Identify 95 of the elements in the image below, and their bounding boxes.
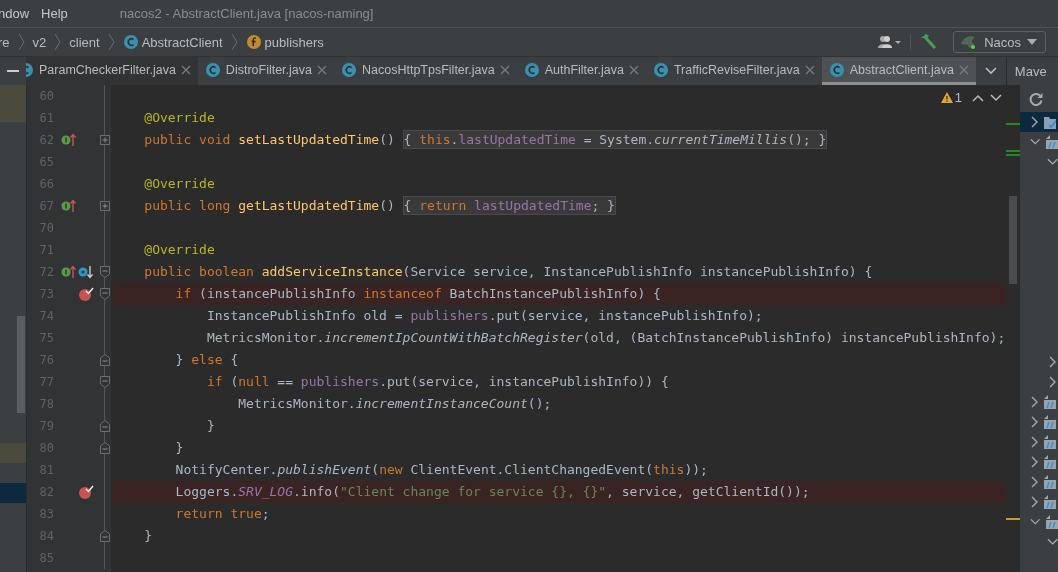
code-line: public long getLastUpdatedTime() { return lastUpdatedTime; } xyxy=(143,195,617,217)
breadcrumb-separator-icon xyxy=(54,33,62,51)
editor-tab[interactable]: AbstractClient.java xyxy=(821,57,976,85)
code-line: } xyxy=(205,417,216,435)
code-line: MetricsMonitor.incrementInstanceCount(); xyxy=(237,395,553,413)
chevron-down-icon[interactable] xyxy=(1046,158,1058,166)
module-icon xyxy=(1044,415,1056,429)
menu-item[interactable]: Help xyxy=(41,6,80,21)
close-icon[interactable] xyxy=(180,64,191,75)
chevron-up-icon[interactable] xyxy=(972,93,984,102)
chevron-right-icon[interactable] xyxy=(1030,396,1038,408)
chevron-right-icon[interactable] xyxy=(1030,436,1038,448)
editor-tab[interactable]: AuthFilter.java xyxy=(516,57,646,85)
code-line: } xyxy=(174,439,185,457)
expand-icon[interactable] xyxy=(99,201,110,211)
class-icon xyxy=(828,61,845,78)
fold-end-icon[interactable] xyxy=(99,354,110,366)
code-line: MetricsMonitor.incrementIpCountWithBatchRegister(old, (BatchInstancePublishInfo) instancePublishInfo); xyxy=(205,329,1006,347)
breadcrumb[interactable]: publishers xyxy=(245,34,324,50)
implements-marker-icon[interactable] xyxy=(61,265,77,279)
class-icon xyxy=(652,61,669,78)
close-icon[interactable] xyxy=(804,64,815,75)
fold-icon[interactable] xyxy=(99,266,110,278)
breadcrumb[interactable]: v2 xyxy=(32,34,47,50)
editor-tab[interactable]: TrafficReviseFilter.java xyxy=(645,57,822,85)
breadcrumb[interactable]: AbstractClient xyxy=(122,34,223,50)
class-icon xyxy=(26,61,34,78)
fold-end-icon[interactable] xyxy=(99,420,110,432)
chevron-right-icon[interactable] xyxy=(1030,476,1038,488)
chevron-down-icon[interactable] xyxy=(1029,518,1040,526)
fold-end-icon[interactable] xyxy=(99,530,110,542)
code-line: } else { xyxy=(174,351,240,369)
fold-icon[interactable] xyxy=(99,288,110,300)
module-icon xyxy=(1044,475,1056,489)
chevron-right-icon[interactable] xyxy=(1048,376,1056,388)
overridden-marker-icon[interactable] xyxy=(78,265,94,279)
class-icon xyxy=(122,34,139,50)
module-icon xyxy=(1046,515,1058,529)
breakpoint-icon[interactable] xyxy=(78,286,94,302)
chevron-down-icon[interactable] xyxy=(990,93,1002,102)
code-line: @Override xyxy=(143,241,216,259)
close-icon[interactable] xyxy=(628,64,639,75)
window-title: nacos2 - AbstractClient.java [nacos-naming] xyxy=(119,6,374,21)
code-line: return true; xyxy=(174,505,271,523)
fold-end-icon[interactable] xyxy=(99,442,110,454)
field-icon xyxy=(245,34,262,50)
scrollbar-thumb[interactable] xyxy=(1009,196,1017,284)
code-line: @Override xyxy=(143,109,216,127)
chevron-right-icon[interactable] xyxy=(1030,416,1038,428)
editor-tab[interactable]: ParamCheckerFilter.java xyxy=(26,57,198,85)
breadcrumb-separator-icon xyxy=(107,33,115,51)
close-icon[interactable] xyxy=(317,64,327,75)
code-line: @Override xyxy=(143,175,216,193)
module-icon xyxy=(1044,455,1056,469)
folder-icon xyxy=(1044,115,1056,129)
users-icon[interactable] xyxy=(878,35,903,49)
expand-icon[interactable] xyxy=(99,135,110,145)
chevron-right-icon[interactable] xyxy=(1030,116,1038,128)
module-icon xyxy=(1044,495,1056,509)
code-line: if (null == publishers.put(service, instancePublishInfo)) { xyxy=(205,373,670,391)
close-icon[interactable] xyxy=(499,64,510,75)
code-line: NotifyCenter.publishEvent(new ClientEvent.ClientChangedEvent(this)); xyxy=(174,461,709,479)
selected-row[interactable] xyxy=(1020,112,1058,132)
chevron-down-icon[interactable] xyxy=(983,66,998,76)
breadcrumb[interactable]: client xyxy=(69,34,100,50)
class-icon xyxy=(341,61,357,78)
module-icon xyxy=(1046,135,1058,149)
breakpoint-icon[interactable] xyxy=(78,484,94,500)
caret-icon xyxy=(1027,39,1037,45)
code-line: InstancePublishInfo old = publishers.put(service, instancePublishInfo); xyxy=(205,307,764,325)
warning-count: 1 xyxy=(954,90,962,105)
class-icon xyxy=(523,61,540,78)
chevron-down-icon[interactable] xyxy=(1046,538,1058,546)
breadcrumb-separator-icon xyxy=(230,33,238,51)
chevron-right-icon[interactable] xyxy=(1030,456,1038,468)
run-configuration-dropdown[interactable]: Nacos xyxy=(953,31,1046,53)
fold-icon[interactable] xyxy=(99,376,110,388)
chevron-down-icon[interactable] xyxy=(1029,138,1040,146)
editor-tab[interactable]: NacosHttpTpsFilter.java xyxy=(334,57,517,85)
chevron-right-icon[interactable] xyxy=(1048,356,1056,368)
scrollbar-thumb[interactable] xyxy=(17,316,25,413)
code-line: public void setLastUpdatedTime() { this.lastUpdatedTime = System.currentTimeMillis(); } xyxy=(143,129,829,151)
code-line: } xyxy=(143,527,154,545)
implements-marker-icon[interactable] xyxy=(61,133,77,147)
hammer-icon[interactable] xyxy=(919,33,938,51)
class-icon xyxy=(204,61,221,78)
warning-icon[interactable] xyxy=(940,92,953,103)
breadcrumb-separator-icon xyxy=(17,33,25,51)
code-line: public boolean addServiceInstance(Service service, InstancePublishInfo instancePublishInfo) { xyxy=(143,263,874,281)
refresh-icon[interactable] xyxy=(1029,91,1043,106)
implements-marker-icon[interactable] xyxy=(61,199,77,213)
chevron-right-icon[interactable] xyxy=(1030,496,1038,508)
module-icon xyxy=(1044,435,1056,449)
editor-tab[interactable]: DistroFilter.java xyxy=(197,57,334,85)
module-icon xyxy=(1044,395,1056,409)
